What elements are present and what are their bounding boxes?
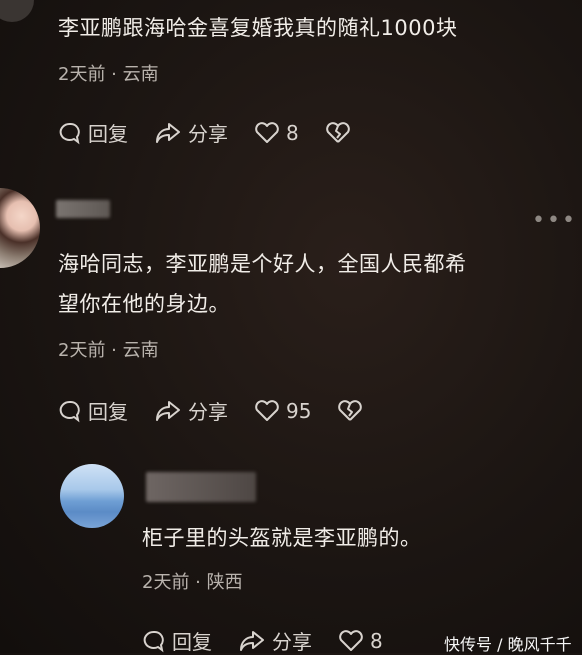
heart-icon [255,399,279,421]
comment-meta: 2天前 · 云南 [58,64,159,85]
like-count: 8 [370,628,383,653]
comment-meta: 2天前 · 陕西 [142,572,243,593]
broken-heart-icon [325,121,350,143]
comment-text-line2: 望你在他的身边。 [58,292,230,316]
comment-icon [143,630,164,652]
watermark: 快传号 / 晚风千千 [444,635,572,654]
like-button[interactable]: 8 [338,629,383,653]
reply-label: 回复 [88,400,128,424]
share-icon [156,122,180,143]
comment-actions: 回复 分享 8 [142,626,409,655]
comment-actions: 回复 分享 8 [58,118,383,147]
share-button[interactable]: 分享 [154,118,228,147]
share-label: 分享 [188,122,228,146]
comment-meta: 2天前 · 云南 [58,340,159,361]
comment-text: 柜子里的头盔就是李亚鹏的。 [142,526,422,550]
share-label: 分享 [188,400,228,424]
share-icon [156,400,180,421]
like-count: 8 [286,120,299,145]
username-blurred[interactable] [56,200,110,218]
share-label: 分享 [272,630,312,654]
heart-icon [255,121,279,143]
reply-button[interactable]: 回复 [142,626,212,655]
reply-button[interactable]: 回复 [58,396,128,425]
avatar[interactable] [0,188,40,268]
like-count: 95 [286,398,312,423]
reply-label: 回复 [88,122,128,146]
share-icon [240,630,264,651]
share-button[interactable]: 分享 [238,626,312,655]
comment-text-line1: 海哈同志，李亚鹏是个好人，全国人民都希 [58,252,467,276]
like-button[interactable]: 95 [254,399,311,423]
avatar[interactable] [0,0,34,22]
dislike-button[interactable] [325,121,357,145]
username-blurred[interactable] [146,472,256,502]
comment-actions: 回复 分享 95 [58,396,395,425]
reply-label: 回复 [172,630,212,654]
avatar[interactable] [60,464,124,528]
reply-button[interactable]: 回复 [58,118,128,147]
more-options-button[interactable]: ••• [532,208,577,233]
comment-icon [59,400,80,422]
comment-text: 李亚鹏跟海哈金喜复婚我真的随礼1000块 [58,16,458,40]
dislike-button[interactable] [337,399,369,423]
heart-icon [339,629,363,651]
broken-heart-icon [338,399,363,421]
comment-icon [59,122,80,144]
like-button[interactable]: 8 [254,121,299,145]
share-button[interactable]: 分享 [154,396,228,425]
